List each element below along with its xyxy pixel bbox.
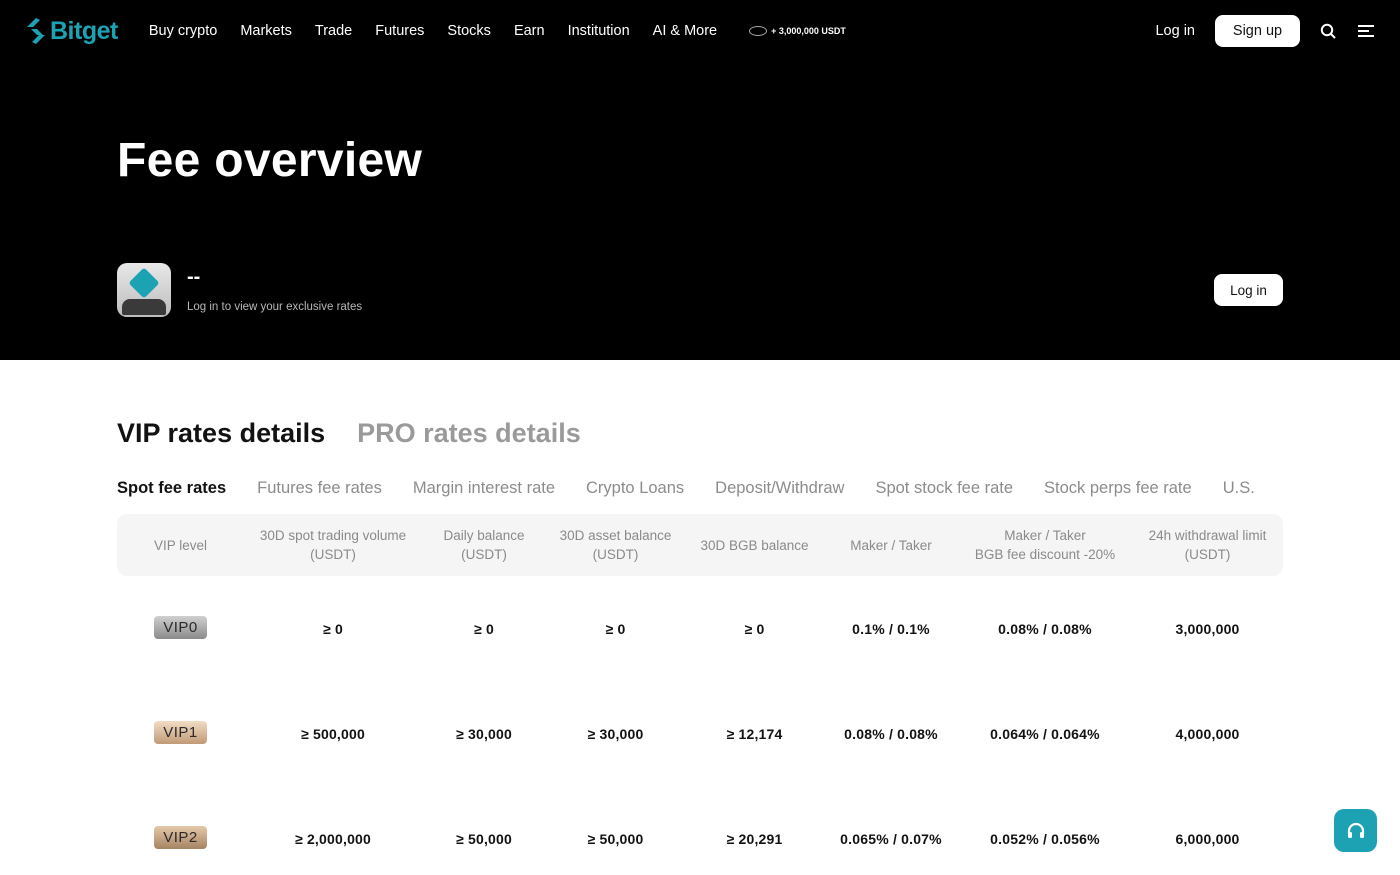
fee-table: VIP level 30D spot trading volume (USDT) … [117,514,1283,875]
rate-tabs: VIP rates details PRO rates details [117,418,1283,449]
table-cell: ≥ 50,000 [456,830,512,847]
bitget-logo[interactable]: Bitget [24,17,118,46]
user-summary: -- Log in to view your exclusive rates L… [117,263,1283,317]
table-cell: 0.065% / 0.07% [840,830,942,847]
table-cell: 0.1% / 0.1% [852,620,930,637]
tab-crypto-loans[interactable]: Crypto Loans [586,479,684,498]
table-cell: ≥ 0 [474,620,494,637]
table-row: VIP2 ≥ 2,000,000 ≥ 50,000 ≥ 50,000 ≥ 20,… [117,786,1283,875]
tab-stock-perps-fee-rate[interactable]: Stock perps fee rate [1044,479,1192,498]
nav-stocks[interactable]: Stocks [447,23,491,39]
user-info: -- Log in to view your exclusive rates [187,267,362,313]
header-bgb-balance: 30D BGB balance [700,537,809,553]
tab-spot-fee-rates[interactable]: Spot fee rates [117,479,226,498]
tab-margin-interest-rate[interactable]: Margin interest rate [413,479,555,498]
user-subtitle: Log in to view your exclusive rates [187,301,363,313]
headset-icon [1347,822,1364,838]
tab-vip-rates[interactable]: VIP rates details [117,418,325,449]
table-cell: ≥ 2,000,000 [294,830,372,847]
vip-badge: VIP2 [154,825,207,849]
header-maker-taker: Maker / Taker [850,537,932,553]
header-vip-level: VIP level [153,537,208,553]
table-header: VIP level 30D spot trading volume (USDT) … [117,514,1283,576]
table-cell: ≥ 0 [605,620,626,637]
hero-login-button[interactable]: Log in [1214,274,1283,306]
tab-deposit-withdraw[interactable]: Deposit/Withdraw [715,479,844,498]
table-cell: ≥ 20,291 [726,830,783,847]
table-cell: ≥ 30,000 [587,725,644,742]
table-cell: ≥ 500,000 [301,725,365,742]
nav-institution[interactable]: Institution [568,23,630,39]
table-row: VIP0 ≥ 0 ≥ 0 ≥ 0 ≥ 0 0.1% / 0.1% 0.08% /… [117,576,1283,681]
table-cell: 0.08% / 0.08% [998,620,1092,637]
tab-us[interactable]: U.S. [1223,479,1255,498]
promo-banner[interactable]: + 3,000,000 USDT [749,26,846,36]
header-asset-balance: 30D asset balance (USDT) [559,528,672,562]
signup-button[interactable]: Sign up [1215,15,1300,47]
tab-futures-fee-rates[interactable]: Futures fee rates [257,479,382,498]
nav-markets[interactable]: Markets [240,23,292,39]
header-daily-balance: Daily balance (USDT) [443,528,525,562]
nav-right: Log in Sign up [1155,15,1376,47]
nav-trade[interactable]: Trade [315,23,352,39]
vip-badge: VIP1 [154,720,207,744]
top-navigation: Bitget Buy crypto Markets Trade Futures … [0,0,1400,62]
user-name: -- [187,266,201,288]
fee-content: VIP rates details PRO rates details Spot… [0,418,1400,875]
table-row: VIP1 ≥ 500,000 ≥ 30,000 ≥ 30,000 ≥ 12,17… [117,681,1283,786]
table-cell: 4,000,000 [1175,725,1240,742]
table-cell: 6,000,000 [1175,830,1240,847]
nav-links: Buy crypto Markets Trade Futures Stocks … [149,23,740,39]
table-cell: 3,000,000 [1175,620,1240,637]
table-cell: 0.064% / 0.064% [990,725,1100,742]
tab-spot-stock-fee-rate[interactable]: Spot stock fee rate [875,479,1013,498]
table-cell: 0.052% / 0.056% [990,830,1100,847]
avatar-diamond-icon [128,267,160,299]
hero-section: Bitget Buy crypto Markets Trade Futures … [0,0,1400,360]
table-cell: 0.08% / 0.08% [844,725,938,742]
avatar-base-shape [122,299,166,315]
nav-ai-more[interactable]: AI & More [653,23,717,39]
page-title: Fee overview [117,134,423,187]
logo-text: Bitget [50,16,118,45]
search-icon[interactable] [1318,21,1338,41]
avatar [117,263,171,317]
promo-coin-icon [749,26,768,36]
header-withdrawal-limit: 24h withdrawal limit (USDT) [1148,528,1267,562]
customer-support-button[interactable] [1334,809,1377,852]
header-spot-volume: 30D spot trading volume (USDT) [259,528,407,562]
table-cell: ≥ 50,000 [587,830,644,847]
fee-category-tabs: Spot fee rates Futures fee rates Margin … [117,479,1283,498]
table-cell: ≥ 30,000 [456,725,512,742]
promo-text: + 3,000,000 USDT [771,26,846,36]
header-maker-taker-bgb: Maker / Taker BGB fee discount -20% [974,528,1116,562]
bitget-logo-icon [27,18,45,44]
table-cell: ≥ 0 [744,620,765,637]
nav-earn[interactable]: Earn [514,23,545,39]
tab-pro-rates[interactable]: PRO rates details [357,418,581,449]
nav-futures[interactable]: Futures [375,23,424,39]
menu-icon[interactable] [1356,21,1376,41]
nav-buy-crypto[interactable]: Buy crypto [149,23,218,39]
vip-badge: VIP0 [154,615,207,639]
table-cell: ≥ 12,174 [726,725,783,742]
header-login-link[interactable]: Log in [1155,23,1195,39]
table-cell: ≥ 0 [323,620,343,637]
